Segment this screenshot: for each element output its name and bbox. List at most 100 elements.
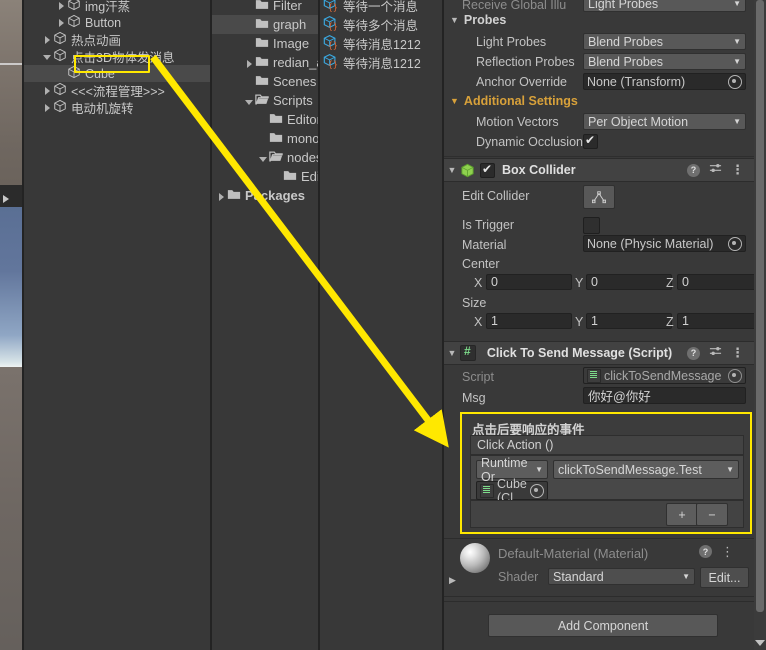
triangle-down-icon[interactable] [256,150,269,165]
receive-gi-dropdown[interactable]: Light Probes ▼ [583,0,746,12]
anchor-override-object-field[interactable]: None (Transform) [583,73,746,90]
project-folder-10[interactable]: Packages [214,186,305,205]
triangle-right-icon[interactable] [40,101,53,115]
folder-icon [269,131,284,147]
add-component-button[interactable]: Add Component [488,614,718,637]
gameobject-icon [67,14,82,31]
project-folder-4[interactable]: Scenes [242,72,316,91]
inspector-panel[interactable]: Receive Global Illu Light Probes ▼ ▼ Pro… [444,0,766,650]
center-x-input[interactable]: 0 [486,274,572,290]
triangle-down-icon[interactable]: ▼ [444,165,460,175]
shader-edit-button[interactable]: Edit... [700,567,749,588]
edit-collider-button[interactable] [583,185,615,209]
object-picker-icon[interactable] [530,483,544,498]
light-probes-dropdown[interactable]: Blend Probes ▼ [583,33,746,50]
scene-view-sliver[interactable] [0,0,22,650]
hierarchy-item-1[interactable]: Button [54,14,121,31]
project-asset-list[interactable]: {} 等待一个消息 {} 等待多个消息 {} 等待消息1212 {} 等待消息1212 [320,0,442,650]
triangle-right-icon[interactable] [214,188,227,203]
project-folder-6[interactable]: Editor [256,110,321,129]
triangle-right-icon[interactable] [54,0,67,13]
shader-row: Shader [498,568,538,586]
project-folder-2[interactable]: Image [242,34,309,53]
triangle-right-icon[interactable] [242,55,255,70]
size-y-input[interactable]: 1 [586,313,672,329]
project-panel[interactable]: Filter graph Image redian_a Scenes Scripts Edi… [212,0,442,650]
triangle-down-icon[interactable]: ▼ [444,348,460,358]
size-x-axis-label: X [474,315,483,329]
bottom-separator-2 [444,601,754,602]
preset-icon[interactable] [709,345,722,361]
material-preview-sphere [460,543,490,573]
collider-material-object-field[interactable]: None (Physic Material) [583,235,746,252]
csharp-script-icon [460,344,476,361]
motion-vectors-dropdown[interactable]: Per Object Motion ▼ [583,113,746,130]
scroll-down-arrow-icon[interactable] [755,640,765,646]
material-foldout-icon[interactable]: ▶ [449,575,456,586]
size-z-input[interactable]: 1 [677,313,754,329]
kebab-menu-icon[interactable]: ⋮ [721,545,734,558]
dynamic-occlusion-checkbox[interactable] [583,133,598,149]
project-asset-1[interactable]: {} 等待多个消息 [323,15,418,34]
project-asset-3[interactable]: {} 等待消息1212 [323,53,421,72]
inspector-scrollbar-thumb[interactable] [756,0,764,612]
hierarchy-item-6[interactable]: 电动机旋转 [40,99,134,116]
chevron-down-icon: ▼ [733,0,741,8]
is-trigger-checkbox[interactable] [583,217,600,234]
event-target-object-field[interactable]: Cube (Cl [476,477,548,505]
hierarchy-item-5[interactable]: <<<流程管理>>> [40,82,165,99]
shader-dropdown[interactable]: Standard ▼ [548,568,695,585]
object-picker-icon[interactable] [728,74,742,89]
click-to-send-message-title: Click To Send Message (Script) [486,346,673,360]
project-folder-9[interactable]: Edit [270,167,323,186]
box-collider-enabled-checkbox[interactable] [480,162,495,178]
reflection-probes-dropdown[interactable]: Blend Probes ▼ [583,53,746,70]
unity-editor-window: img汗蒸 Button 热点动画 点击3D物体发消息 Cube <<<流程管理>>> 电动… [0,0,766,650]
hierarchy-item-2[interactable]: 热点动画 [40,31,121,48]
help-icon[interactable]: ? [699,545,712,558]
click-action-name-header[interactable]: Click Action () [470,435,744,455]
triangle-right-icon[interactable] [40,33,53,47]
preset-icon[interactable] [709,162,722,178]
project-folder-tree[interactable]: Filter graph Image redian_a Scenes Scripts Edi… [212,0,327,650]
svg-text:{}: {} [328,61,338,69]
inspector-scrollbar-track[interactable] [754,0,766,650]
material-row: Material [462,236,506,254]
probes-section-header[interactable]: ▼ Probes [450,13,506,27]
remove-event-button[interactable]: − [696,503,728,526]
project-folder-8[interactable]: nodes [256,148,322,167]
project-folder-5[interactable]: Scripts [242,91,313,110]
size-x-input[interactable]: 1 [486,313,572,329]
center-y-input[interactable]: 0 [586,274,672,290]
object-picker-icon[interactable] [728,236,742,251]
triangle-down-icon[interactable] [242,93,255,108]
project-asset-label: 等待多个消息 [343,19,419,33]
project-folder-3[interactable]: redian_a [242,53,324,72]
cube-highlight-box [74,55,150,73]
msg-input[interactable]: 你好@你好 [583,387,746,404]
msg-field-row: Msg [462,389,486,407]
additional-settings-section-header[interactable]: ▼ Additional Settings [450,94,578,108]
hierarchy-panel[interactable]: img汗蒸 Button 热点动画 点击3D物体发消息 Cube <<<流程管理>>> 电动… [24,0,210,650]
add-event-label: + [678,507,686,522]
add-event-button[interactable]: + [666,503,698,526]
project-asset-2[interactable]: {} 等待消息1212 [323,34,421,53]
function-dropdown[interactable]: clickToSendMessage.Test ▼ [553,460,739,479]
click-to-send-message-header[interactable]: ▼ Click To Send Message (Script) ? ⋮ [444,341,754,365]
triangle-right-icon[interactable] [54,16,67,30]
triangle-right-icon[interactable] [40,84,53,98]
triangle-down-icon[interactable] [40,50,53,64]
project-asset-0[interactable]: {} 等待一个消息 [323,0,418,15]
kebab-menu-icon[interactable]: ⋮ [731,346,744,359]
help-icon[interactable]: ? [687,163,700,177]
help-icon[interactable]: ? [687,346,700,360]
project-folder-1[interactable]: graph [242,15,306,34]
project-folder-7[interactable]: mono5 [256,129,327,148]
folder-icon [283,169,298,185]
kebab-menu-icon[interactable]: ⋮ [731,163,744,176]
center-z-input[interactable]: 0 [677,274,754,290]
hierarchy-item-0[interactable]: img汗蒸 [54,0,130,14]
project-folder-0[interactable]: Filter [242,0,302,15]
center-row: Center [462,255,500,273]
box-collider-header[interactable]: ▼ Box Collider ? ⋮ [444,158,754,182]
